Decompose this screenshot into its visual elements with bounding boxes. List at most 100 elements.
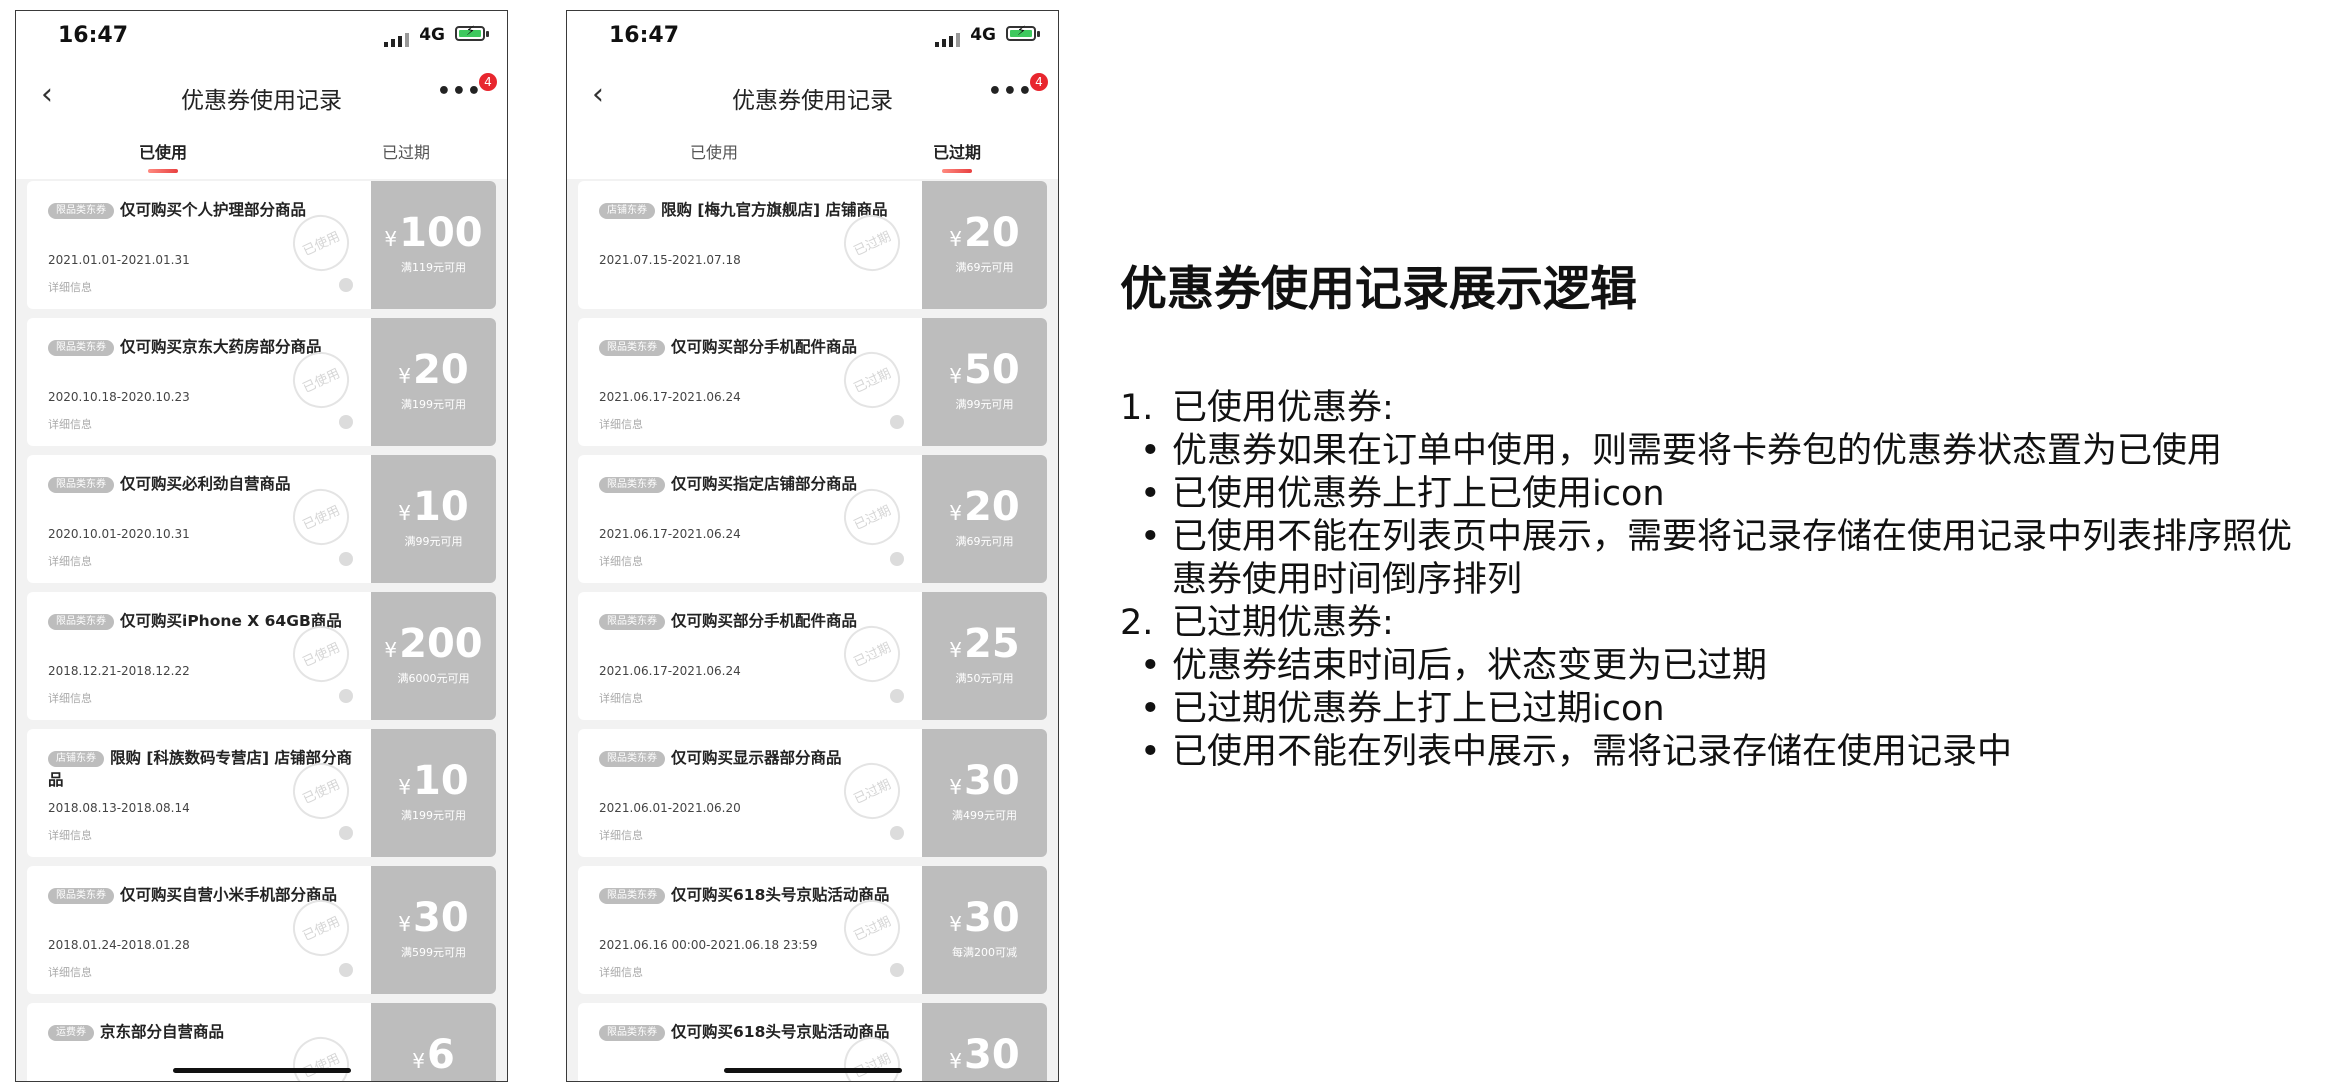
coupon-detail-link[interactable]: 详细信息: [48, 827, 92, 843]
coupon-detail-link[interactable]: 详细信息: [48, 279, 92, 295]
tab-bar: 已使用 已过期: [16, 129, 507, 179]
coupon-condition: 满599元可用: [401, 946, 466, 959]
expand-chevron-icon[interactable]: [339, 826, 353, 840]
spec-section-1: 1. 已使用优惠券: 优惠券如果在订单中使用，则需要将卡券包的优惠券状态置为已使用…: [1120, 387, 2320, 602]
currency-symbol: ¥: [398, 501, 412, 525]
tab-expired[interactable]: 已过期: [887, 139, 1027, 173]
coupon-info: 限品类东券 仅可购买部分手机配件商品 2021.06.17-2021.06.24 详细…: [578, 592, 922, 720]
coupon-amount: ¥6: [371, 1032, 496, 1081]
home-indicator: [723, 1068, 902, 1073]
more-dots-icon[interactable]: •••: [437, 79, 482, 104]
expand-chevron-icon[interactable]: [890, 552, 904, 566]
spec-bullet: 已使用不能在列表页中展示，需要将记录存储在使用记录中列表排序照优惠券使用时间倒序…: [1120, 516, 2320, 602]
coupon-type-tag: 限品类东券: [599, 751, 665, 767]
coupon-title: 限购 [梅九官方旗舰店] 店铺商品: [661, 201, 888, 219]
coupon-amount: ¥200: [371, 622, 496, 672]
coupon-value: ¥30 满599元可用: [371, 866, 496, 994]
currency-symbol: ¥: [384, 227, 398, 251]
expand-chevron-icon[interactable]: [890, 415, 904, 429]
coupon-detail-link[interactable]: 详细信息: [599, 553, 643, 569]
tab-expired[interactable]: 已过期: [336, 139, 476, 163]
tab-used[interactable]: 已使用: [93, 139, 233, 173]
coupon-dates: 2021.06.17-2021.06.24: [599, 664, 741, 678]
tab-used[interactable]: 已使用: [644, 139, 784, 163]
coupon-card[interactable]: 限品类东券 仅可购买个人护理部分商品 2021.01.01-2021.01.31 详细…: [27, 181, 496, 309]
expand-chevron-icon[interactable]: [890, 689, 904, 703]
expand-chevron-icon[interactable]: [339, 278, 353, 292]
notification-badge: 4: [479, 73, 497, 91]
section-number: 2.: [1120, 603, 1154, 643]
coupon-amount: ¥10: [371, 759, 496, 809]
coupon-dates: 2018.12.21-2018.12.22: [48, 664, 190, 678]
spec-bullet: 已使用不能在列表中展示，需将记录存储在使用记录中: [1120, 731, 2320, 774]
coupon-title: 仅可购买自营小米手机部分商品: [120, 886, 338, 904]
coupon-card[interactable]: 限品类东券 仅可购买iPhone X 64GB商品 2018.12.21-2018.…: [27, 592, 496, 720]
spec-section-2: 2. 已过期优惠券: 优惠券结束时间后，状态变更为已过期 已过期优惠券上打上已过期…: [1120, 602, 2320, 774]
expand-chevron-icon[interactable]: [890, 963, 904, 977]
coupon-detail-link[interactable]: 详细信息: [599, 964, 643, 980]
currency-symbol: ¥: [949, 364, 963, 388]
coupon-card[interactable]: 店铺东券 限购 [科族数码专营店] 店铺部分商品 2018.08.13-2018.0…: [27, 729, 496, 857]
coupon-card[interactable]: 限品类东券 仅可购买自营小米手机部分商品 2018.01.24-2018.01.28…: [27, 866, 496, 994]
coupon-info: 限品类东券 仅可购买必利劲自营商品 2020.10.01-2020.10.31 详细信…: [27, 455, 371, 583]
phone-screen-expired: 16:47 4G ⚡ ‹ 优惠券使用记录 ••• 4 已使用 已过期 店铺东券 限购 [梅九官方旗舰…: [566, 10, 1059, 1082]
coupon-dates: 2018.01.24-2018.01.28: [48, 938, 190, 952]
coupon-card[interactable]: 限品类东券 仅可购买618头号京贴活动商品 2021.06.16 00:00-202…: [578, 866, 1047, 994]
expand-chevron-icon[interactable]: [339, 415, 353, 429]
nav-bar: ‹ 优惠券使用记录 ••• 4: [567, 63, 1058, 129]
coupon-card[interactable]: 限品类东券 仅可购买部分手机配件商品 2021.06.17-2021.06.24 详细…: [578, 592, 1047, 720]
coupon-dates: 2021.07.15-2021.07.18: [599, 253, 741, 267]
coupon-value: ¥30 满499元可用: [922, 729, 1047, 857]
coupon-value: ¥6: [371, 1003, 496, 1081]
coupon-amount-number: 20: [964, 210, 1020, 256]
coupon-info: 限品类东券 仅可购买iPhone X 64GB商品 2018.12.21-2018.…: [27, 592, 371, 720]
notification-badge: 4: [1030, 73, 1048, 91]
coupon-detail-link[interactable]: 详细信息: [48, 690, 92, 706]
coupon-dates: 2021.06.01-2021.06.20: [599, 801, 741, 815]
expand-chevron-icon[interactable]: [339, 552, 353, 566]
expand-chevron-icon[interactable]: [890, 826, 904, 840]
coupon-amount-number: 10: [413, 758, 469, 804]
coupon-card[interactable]: 限品类东券 仅可购买指定店铺部分商品 2021.06.17-2021.06.24 详细…: [578, 455, 1047, 583]
home-indicator: [172, 1068, 351, 1073]
coupon-detail-link[interactable]: 详细信息: [599, 827, 643, 843]
expand-chevron-icon[interactable]: [339, 963, 353, 977]
coupon-type-tag: 限品类东券: [48, 477, 114, 493]
coupon-title: 仅可购买显示器部分商品: [671, 749, 842, 767]
spec-panel: 优惠券使用记录展示逻辑 1. 已使用优惠券: 优惠券如果在订单中使用，则需要将卡券…: [1120, 250, 2320, 774]
currency-symbol: ¥: [949, 775, 963, 799]
coupon-detail-link[interactable]: 详细信息: [48, 416, 92, 432]
battery-icon: ⚡: [455, 24, 489, 41]
coupon-detail-link[interactable]: 详细信息: [599, 416, 643, 432]
coupon-title: 仅可购买京东大药房部分商品: [120, 338, 322, 356]
coupon-title: 仅可购买个人护理部分商品: [120, 201, 307, 219]
coupon-title: 仅可购买618头号京贴活动商品: [671, 1023, 890, 1041]
coupon-info: 限品类东券 仅可购买部分手机配件商品 2021.06.17-2021.06.24 详细…: [578, 318, 922, 446]
coupon-amount-number: 20: [964, 484, 1020, 530]
coupon-dates: 2021.01.01-2021.01.31: [48, 253, 190, 267]
coupon-detail-link[interactable]: 详细信息: [48, 553, 92, 569]
coupon-card[interactable]: 限品类东券 仅可购买部分手机配件商品 2021.06.17-2021.06.24 详细…: [578, 318, 1047, 446]
coupon-dates: 2021.06.16 00:00-2021.06.18 23:59: [599, 938, 818, 952]
spec-bullet: 已过期优惠券上打上已过期icon: [1120, 688, 2320, 731]
coupon-amount-number: 50: [964, 347, 1020, 393]
more-dots-icon[interactable]: •••: [988, 79, 1033, 104]
coupon-card[interactable]: 限品类东券 仅可购买显示器部分商品 2021.06.01-2021.06.20 详细信…: [578, 729, 1047, 857]
coupon-amount: ¥25: [922, 622, 1047, 672]
spec-sections: 1. 已使用优惠券: 优惠券如果在订单中使用，则需要将卡券包的优惠券状态置为已使用…: [1120, 387, 2320, 774]
coupon-value: ¥200 满6000元可用: [371, 592, 496, 720]
signal-icon: [935, 33, 960, 47]
coupon-detail-link[interactable]: 详细信息: [48, 964, 92, 980]
coupon-detail-link[interactable]: 详细信息: [599, 690, 643, 706]
currency-symbol: ¥: [398, 364, 412, 388]
expand-chevron-icon[interactable]: [339, 689, 353, 703]
coupon-amount: ¥30: [922, 1033, 1047, 1081]
status-time: 16:47: [609, 23, 680, 48]
coupon-card[interactable]: 限品类东券 仅可购买必利劲自营商品 2020.10.01-2020.10.31 详细信…: [27, 455, 496, 583]
coupon-amount: ¥10: [371, 485, 496, 535]
coupon-card[interactable]: 限品类东券 仅可购买京东大药房部分商品 2020.10.18-2020.10.23 详…: [27, 318, 496, 446]
coupon-amount-number: 6: [426, 1032, 455, 1078]
coupon-dates: 2018.08.13-2018.08.14: [48, 801, 190, 815]
coupon-card[interactable]: 店铺东券 限购 [梅九官方旗舰店] 店铺商品 2021.07.15-2021.07.…: [578, 181, 1047, 309]
coupon-title: 仅可购买iPhone X 64GB商品: [120, 612, 342, 630]
